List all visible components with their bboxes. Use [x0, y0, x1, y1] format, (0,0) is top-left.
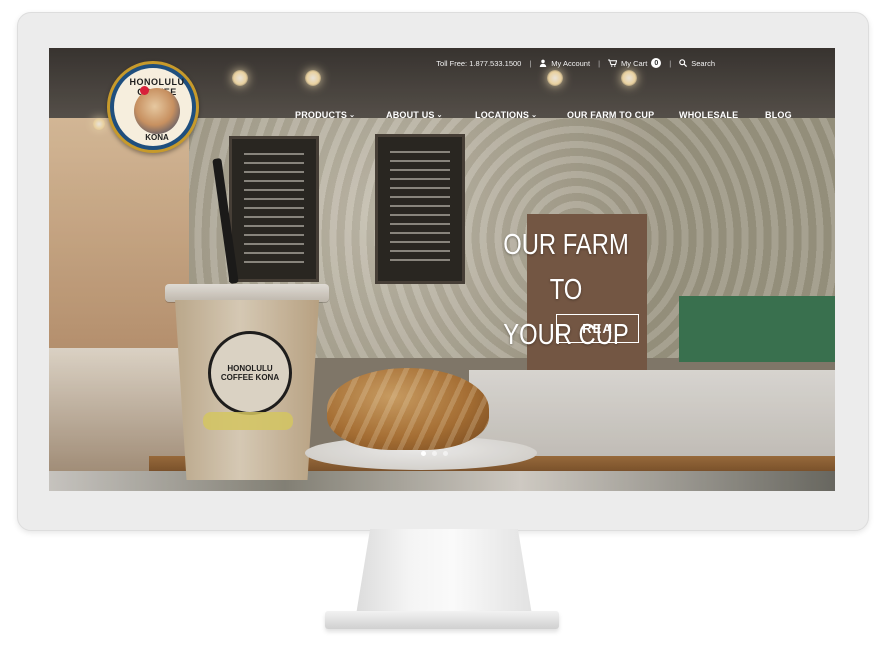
nav-item-label: OUR FARM TO CUP — [567, 110, 655, 120]
search-label: Search — [691, 58, 715, 68]
chevron-down-icon: ⌄ — [349, 112, 356, 119]
honolulu-coffee-logo[interactable]: HONOLULU COFFEE KONA — [107, 61, 199, 153]
divider: | — [669, 58, 672, 68]
nav-item-label: WHOLESALE — [679, 110, 739, 120]
toll-free-number[interactable]: Toll Free: 1.877.533.1500 — [436, 59, 521, 68]
divider: | — [529, 58, 532, 68]
logo-bottom-text: KONA — [145, 133, 169, 142]
nav-item-label: BLOG — [765, 110, 792, 120]
nav-item-wholesale[interactable]: WHOLESALE — [679, 110, 738, 120]
slider-dot[interactable] — [432, 451, 437, 456]
chevron-down-icon: ⌄ — [436, 112, 443, 119]
nav-item-our-farm-to-cup[interactable]: OUR FARM TO CUP — [567, 110, 654, 120]
website-screen: HONOLULU COFFEE KONA Toll Free: 1.877.53… — [49, 48, 835, 491]
hero-title-line-1: OUR FARM TO — [503, 229, 629, 306]
my-account-label: My Account — [551, 58, 591, 68]
divider: | — [598, 58, 601, 68]
main-nav: PRODUCTS ⌄ ABOUT US ⌄ LOCATIONS ⌄ OUR FARM … — [49, 110, 835, 124]
cart-count-badge: 0 — [651, 58, 662, 68]
nav-item-blog[interactable]: BLOG — [765, 110, 792, 120]
my-account-link[interactable]: My Account — [539, 59, 590, 68]
nav-item-label: ABOUT US — [386, 110, 435, 120]
user-icon — [540, 59, 547, 67]
read-more-button[interactable]: REA — [556, 314, 639, 343]
nav-item-about-us[interactable]: ABOUT US ⌄ — [386, 110, 443, 120]
nav-item-locations[interactable]: LOCATIONS ⌄ — [475, 110, 537, 120]
flower-icon — [140, 86, 149, 95]
cart-icon — [608, 59, 618, 67]
monitor-stand-neck — [356, 529, 532, 615]
search-icon — [679, 59, 688, 67]
slider-dots — [421, 451, 448, 456]
logo-ring: HONOLULU COFFEE KONA — [114, 68, 192, 146]
monitor-stand-base — [325, 611, 559, 629]
chevron-down-icon: ⌄ — [531, 112, 538, 119]
nav-item-label: PRODUCTS — [295, 110, 348, 120]
my-cart-label: My Cart — [621, 58, 648, 68]
slider-dot[interactable] — [421, 451, 426, 456]
nav-item-products[interactable]: PRODUCTS ⌄ — [295, 110, 355, 120]
my-cart-link[interactable]: My Cart 0 — [608, 58, 662, 68]
slider-dot[interactable] — [443, 451, 448, 456]
nav-item-label: LOCATIONS — [475, 110, 530, 120]
search-link[interactable]: Search — [679, 59, 715, 68]
